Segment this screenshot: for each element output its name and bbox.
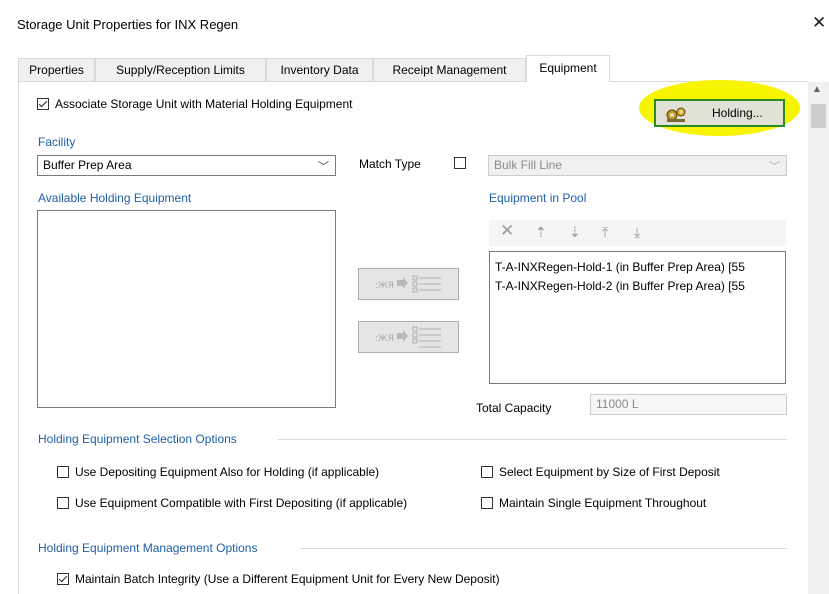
- pool-label: Equipment in Pool: [489, 191, 587, 205]
- total-capacity-value: 11000 L: [596, 397, 639, 411]
- selection-options-header: Holding Equipment Selection Options: [38, 432, 237, 446]
- chevron-down-icon: ﹀: [318, 161, 329, 173]
- available-equipment-label: Available Holding Equipment: [38, 191, 192, 205]
- use-depositing-checkbox[interactable]: [57, 466, 69, 478]
- gear-group-icon: [666, 107, 686, 122]
- available-equipment-list[interactable]: [37, 210, 336, 408]
- match-type-label: Match Type: [359, 157, 421, 171]
- chevron-down-icon: ﹀: [769, 161, 780, 173]
- svg-text::ЖЯ: :ЖЯ: [375, 281, 394, 291]
- divider: [278, 439, 787, 440]
- tab-equipment[interactable]: Equipment: [526, 55, 610, 82]
- move-top-icon[interactable]: ⤒: [602, 224, 608, 241]
- list-item[interactable]: T-A-INXRegen-Hold-1 (in Buffer Prep Area…: [495, 260, 745, 274]
- tab-properties[interactable]: Properties: [18, 58, 95, 81]
- match-type-value: Bulk Fill Line: [494, 158, 563, 172]
- tab-receipt-management[interactable]: Receipt Management: [373, 58, 526, 81]
- maintain-batch-integrity-checkbox[interactable]: [57, 573, 69, 585]
- use-depositing-label: Use Depositing Equipment Also for Holdin…: [75, 465, 380, 479]
- scrollbar-thumb[interactable]: [811, 104, 826, 128]
- maintain-single-checkbox[interactable]: [481, 497, 493, 509]
- use-compatible-checkbox[interactable]: [57, 497, 69, 509]
- vertical-scrollbar[interactable]: [808, 82, 829, 594]
- maintain-single-label: Maintain Single Equipment Throughout: [499, 496, 707, 510]
- use-compatible-label: Use Equipment Compatible with First Depo…: [75, 496, 408, 510]
- maintain-batch-integrity-label: Maintain Batch Integrity (Use a Differen…: [75, 572, 500, 586]
- holding-button-label: Holding...: [712, 106, 763, 120]
- close-icon[interactable]: ✕: [812, 13, 826, 33]
- list-item[interactable]: T-A-INXRegen-Hold-2 (in Buffer Prep Area…: [495, 279, 745, 293]
- management-options-header: Holding Equipment Management Options: [38, 541, 258, 555]
- match-type-select[interactable]: Bulk Fill Line ﹀: [488, 155, 787, 176]
- remove-icon[interactable]: ✕: [500, 221, 514, 241]
- scroll-up-arrow-icon[interactable]: ▲: [812, 84, 822, 95]
- move-bottom-icon[interactable]: ⤓: [634, 224, 640, 241]
- match-type-checkbox[interactable]: [454, 157, 466, 169]
- total-capacity-label: Total Capacity: [476, 401, 552, 415]
- tab-supply-reception-limits[interactable]: Supply/Reception Limits: [95, 58, 266, 81]
- move-down-icon[interactable]: ⇣: [569, 224, 581, 241]
- svg-text::ЖЯ: :ЖЯ: [375, 334, 394, 344]
- add-to-pool-button[interactable]: :ЖЯ: [358, 268, 459, 300]
- total-capacity-field: 11000 L: [590, 394, 787, 415]
- move-up-icon[interactable]: ⇡: [535, 224, 547, 241]
- associate-label: Associate Storage Unit with Material Hol…: [55, 97, 353, 111]
- holding-button[interactable]: Holding...: [654, 99, 785, 127]
- select-by-size-checkbox[interactable]: [481, 466, 493, 478]
- tab-bar: Properties Supply/Reception Limits Inven…: [18, 55, 808, 82]
- window-title: Storage Unit Properties for INX Regen: [17, 17, 239, 32]
- select-by-size-label: Select Equipment by Size of First Deposi…: [499, 465, 720, 479]
- tab-inventory-data[interactable]: Inventory Data: [266, 58, 373, 81]
- associate-checkbox[interactable]: [37, 98, 49, 110]
- facility-select[interactable]: Buffer Prep Area ﹀: [37, 155, 336, 176]
- add-all-to-pool-icon: :ЖЯ: [375, 326, 441, 348]
- add-all-to-pool-button[interactable]: :ЖЯ: [358, 321, 459, 353]
- panel-border: [18, 81, 19, 594]
- pool-list[interactable]: T-A-INXRegen-Hold-1 (in Buffer Prep Area…: [489, 251, 786, 384]
- divider: [300, 548, 787, 549]
- add-to-pool-icon: :ЖЯ: [375, 275, 441, 293]
- facility-value: Buffer Prep Area: [43, 158, 132, 172]
- facility-label: Facility: [38, 135, 76, 149]
